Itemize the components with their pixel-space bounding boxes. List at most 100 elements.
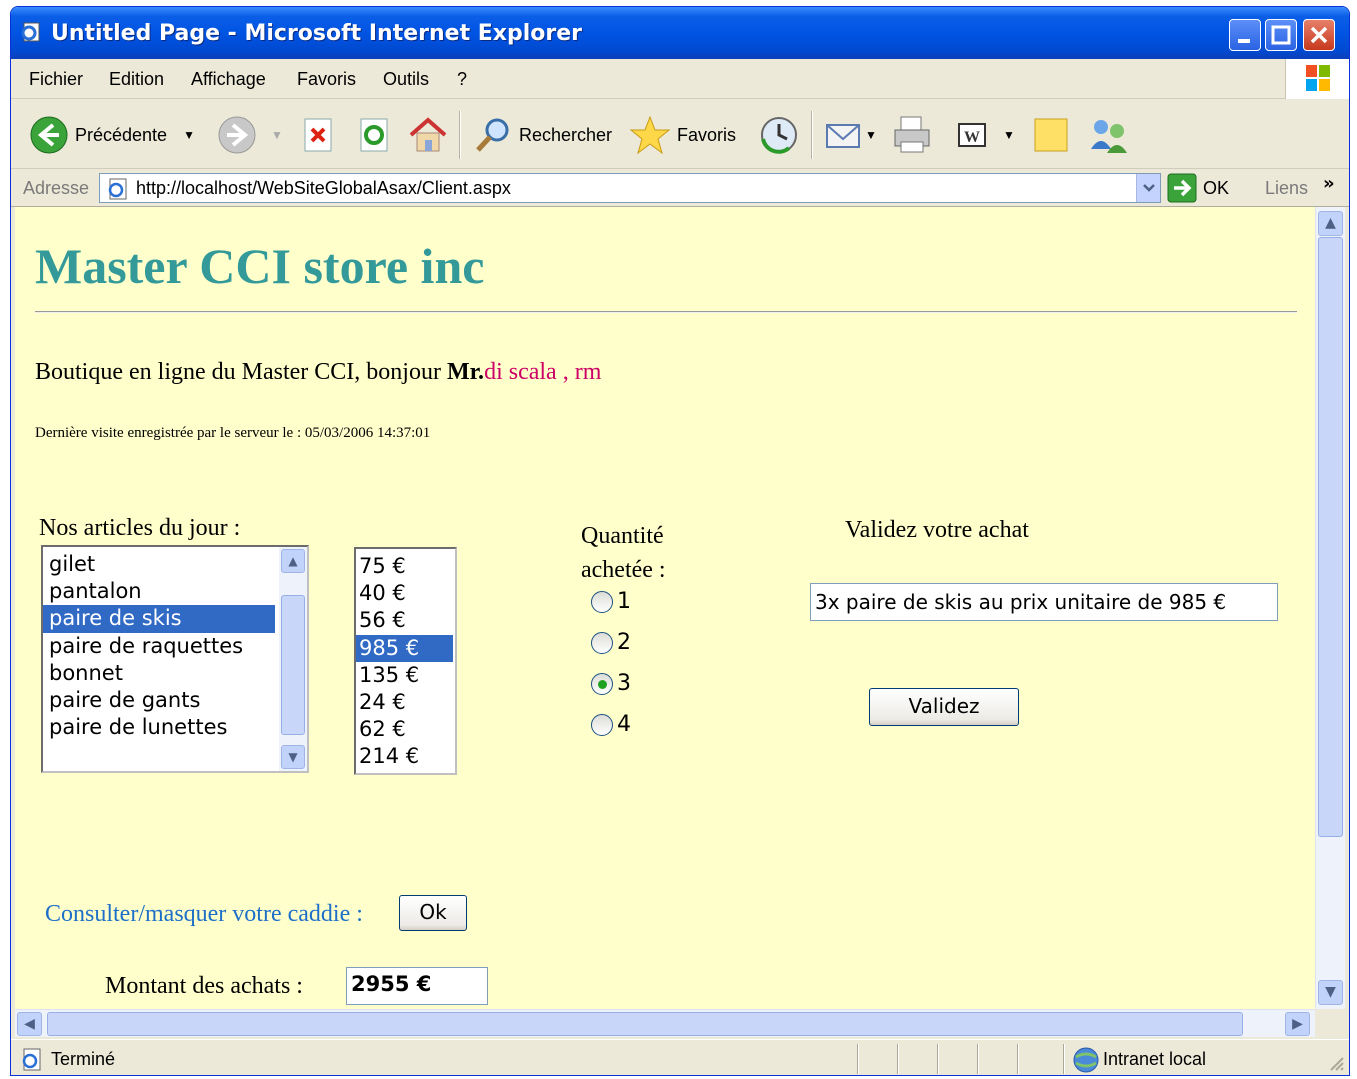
article-option[interactable]: paire de raquettes xyxy=(43,633,275,660)
mail-dropdown-icon[interactable]: ▼ xyxy=(865,128,877,142)
status-divider xyxy=(897,1044,899,1074)
menu-fichier[interactable]: Fichier xyxy=(29,69,83,90)
cart-ok-button[interactable]: Ok xyxy=(399,895,467,931)
go-button[interactable]: OK xyxy=(1167,173,1229,203)
scroll-down-button[interactable]: ▼ xyxy=(281,745,305,769)
price-option[interactable]: 985 € xyxy=(356,634,453,662)
prices-listbox[interactable]: 75 €40 €56 €985 €135 €24 €62 €214 € xyxy=(354,547,457,775)
greeting-title: Mr. xyxy=(446,359,485,385)
close-button[interactable] xyxy=(1303,19,1335,51)
price-option[interactable]: 75 € xyxy=(356,553,453,580)
resize-grip-icon[interactable] xyxy=(1327,1054,1345,1072)
article-option[interactable]: paire de skis xyxy=(43,605,275,633)
quantity-option-2[interactable]: 2 xyxy=(591,630,631,655)
scroll-up-button[interactable]: ▲ xyxy=(281,549,305,573)
menu-favoris[interactable]: Favoris xyxy=(297,69,356,90)
svg-text:W: W xyxy=(964,129,980,146)
intranet-globe-icon xyxy=(1073,1047,1099,1073)
address-dropdown-button[interactable] xyxy=(1136,174,1160,202)
quantity-value: 1 xyxy=(617,589,631,614)
greeting-prefix: Boutique en ligne du Master CCI, bonjour xyxy=(35,359,447,385)
quantity-label: Quantité achetée : xyxy=(581,519,666,587)
article-option[interactable]: bonnet xyxy=(43,660,275,687)
favorites-button[interactable]: Favoris xyxy=(629,113,736,157)
scroll-thumb[interactable] xyxy=(1318,237,1343,837)
validate-label: Validez votre achat xyxy=(845,517,1029,543)
status-text: Terminé xyxy=(51,1049,116,1069)
links-label[interactable]: Liens xyxy=(1265,178,1308,199)
title-bar[interactable]: Untitled Page - Microsoft Internet Explo… xyxy=(11,7,1349,59)
note-icon xyxy=(1034,118,1068,152)
minimize-button[interactable] xyxy=(1229,19,1261,51)
quantity-option-1[interactable]: 1 xyxy=(591,589,631,614)
edit-word-button[interactable]: W ▼ xyxy=(955,113,1015,157)
menu-outils[interactable]: Outils xyxy=(383,69,429,90)
page-horizontal-scrollbar[interactable]: ◀ ▶ xyxy=(15,1009,1315,1037)
quantity-option-4[interactable]: 4 xyxy=(591,712,631,737)
page-icon xyxy=(108,178,127,200)
discuss-button[interactable] xyxy=(1031,113,1071,157)
back-button[interactable]: Précédente ▼ xyxy=(29,113,195,157)
forward-dropdown-icon: ▼ xyxy=(271,128,283,142)
articles-listbox[interactable]: gilet pantalon paire de skis paire de raque… xyxy=(41,545,309,773)
print-button[interactable] xyxy=(891,113,933,157)
status-divider xyxy=(1063,1044,1065,1074)
stop-button[interactable] xyxy=(301,113,335,157)
menu-help[interactable]: ? xyxy=(457,69,467,90)
price-option[interactable]: 40 € xyxy=(356,580,453,607)
article-option[interactable]: pantalon xyxy=(43,578,275,605)
radio-button[interactable] xyxy=(591,672,613,695)
address-url: http://localhost/WebSiteGlobalAsax/Clien… xyxy=(136,178,511,198)
amount-field[interactable]: 2955 € xyxy=(346,967,488,1005)
article-option[interactable]: paire de gants xyxy=(43,687,275,714)
back-arrow-icon xyxy=(30,116,68,154)
messenger-button[interactable] xyxy=(1087,113,1131,157)
search-button[interactable]: Rechercher xyxy=(473,113,612,157)
article-option[interactable]: paire de lunettes xyxy=(43,714,275,741)
back-dropdown-icon[interactable]: ▼ xyxy=(183,128,195,142)
forward-button[interactable]: ▼ xyxy=(217,113,283,157)
price-option[interactable]: 214 € xyxy=(356,743,453,770)
validate-button[interactable]: Validez xyxy=(869,688,1019,726)
customer-name: di scala , rm xyxy=(484,359,602,385)
scroll-down-button[interactable]: ▼ xyxy=(1318,980,1343,1005)
quantity-value: 4 xyxy=(617,712,631,737)
purchase-summary-field[interactable]: 3x paire de skis au prix unitaire de 985… xyxy=(810,583,1278,621)
maximize-button[interactable] xyxy=(1265,19,1297,51)
article-option[interactable]: gilet xyxy=(43,551,275,578)
home-button[interactable] xyxy=(407,113,449,157)
minimize-icon xyxy=(1238,39,1250,43)
quantity-option-3[interactable]: 3 xyxy=(591,671,631,696)
address-input[interactable]: http://localhost/WebSiteGlobalAsax/Clien… xyxy=(99,173,1161,203)
radio-button[interactable] xyxy=(591,590,613,613)
scroll-right-button[interactable]: ▶ xyxy=(1285,1012,1310,1036)
messenger-icon xyxy=(1091,120,1127,153)
radio-button[interactable] xyxy=(591,631,613,654)
double-chevron-right-icon[interactable]: » xyxy=(1323,173,1335,194)
last-visit-text: Dernière visite enregistrée par le serve… xyxy=(35,425,431,441)
toolbar-separator xyxy=(459,111,461,159)
price-option[interactable]: 56 € xyxy=(356,607,453,634)
scroll-thumb[interactable] xyxy=(281,595,305,735)
status-divider xyxy=(977,1044,979,1074)
page-vertical-scrollbar[interactable]: ▲ ▼ xyxy=(1315,207,1345,1009)
edit-dropdown-icon[interactable]: ▼ xyxy=(1003,128,1015,142)
scroll-left-button[interactable]: ◀ xyxy=(17,1012,42,1036)
price-option[interactable]: 135 € xyxy=(356,662,453,689)
menu-affichage[interactable]: Affichage xyxy=(191,69,266,90)
chevron-down-icon xyxy=(1143,184,1155,192)
favorites-star-icon xyxy=(629,115,671,155)
history-button[interactable] xyxy=(759,113,799,157)
articles-label: Nos articles du jour : xyxy=(39,515,241,541)
radio-button[interactable] xyxy=(591,713,613,736)
go-arrow-icon xyxy=(1167,173,1197,203)
scroll-up-button[interactable]: ▲ xyxy=(1318,211,1343,236)
mail-button[interactable]: ▼ xyxy=(823,113,877,157)
scroll-thumb[interactable] xyxy=(47,1012,1243,1036)
price-option[interactable]: 24 € xyxy=(356,689,453,716)
price-option[interactable]: 62 € xyxy=(356,716,453,743)
articles-scrollbar[interactable]: ▲ ▼ xyxy=(279,547,307,771)
quantity-label-line1: Quantité xyxy=(581,523,664,549)
refresh-button[interactable] xyxy=(357,113,391,157)
menu-edition[interactable]: Edition xyxy=(109,69,164,90)
